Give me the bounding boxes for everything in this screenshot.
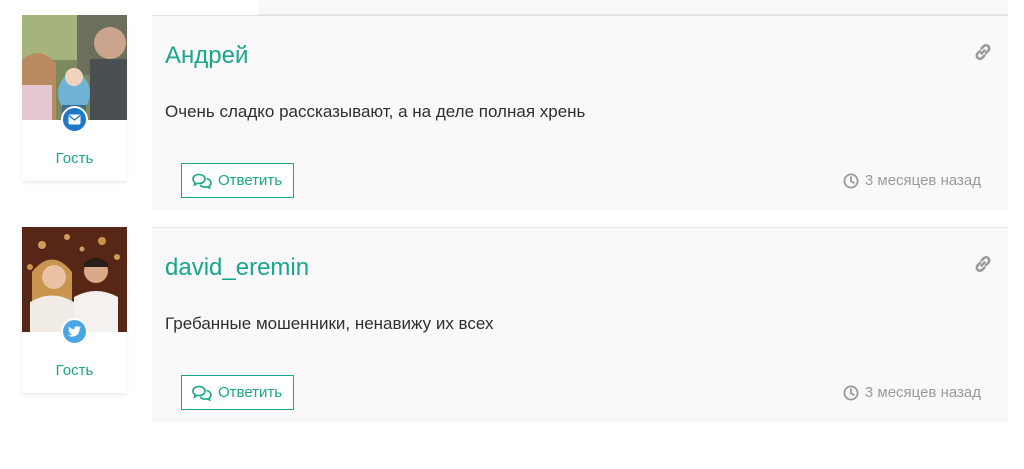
clock-icon [843, 173, 859, 188]
author-name: david_eremin [165, 254, 310, 281]
comment-time: 3 месяцев назад [843, 172, 981, 189]
avatar[interactable] [22, 227, 127, 332]
comment-body: david_eremin Гребанные мошенники, ненави… [152, 227, 1008, 423]
comment-text: Очень сладко рассказывают, а на деле пол… [165, 102, 586, 121]
comment-item: Гость Андрей Очень сладко рассказывают, … [0, 15, 1024, 211]
mail-icon [68, 114, 81, 125]
author-name: Андрей [165, 42, 249, 69]
comment-item: Гость david_eremin Гребанные мошенники, … [0, 227, 1024, 423]
time-text: 3 месяцев назад [864, 384, 981, 401]
social-badge [61, 318, 88, 345]
author-role: Гость [55, 362, 94, 379]
reply-label: Ответить [218, 172, 283, 189]
comment-author-card: Гость [22, 15, 127, 181]
reply-label: Ответить [218, 384, 283, 401]
time-text: 3 месяцев назад [864, 172, 981, 189]
reply-button[interactable]: Ответить [181, 375, 295, 410]
comments-thread: Гость Андрей Очень сладко рассказывают, … [0, 0, 1024, 469]
permalink-icon[interactable] [972, 41, 994, 63]
comment-author-card: Гость [22, 227, 127, 393]
reply-button[interactable]: Ответить [181, 163, 295, 198]
comment-time: 3 месяцев назад [843, 384, 981, 401]
twitter-icon [68, 326, 81, 337]
avatar[interactable] [22, 15, 127, 120]
author-role: Гость [55, 150, 94, 167]
comment-text: Гребанные мошенники, ненавижу их всех [165, 314, 494, 333]
social-badge [61, 106, 88, 133]
previous-comment-edge [258, 0, 1008, 15]
comment-body: Андрей Очень сладко рассказывают, а на д… [152, 15, 1008, 211]
comments-icon [192, 173, 212, 189]
permalink-icon[interactable] [972, 253, 994, 275]
clock-icon [843, 385, 859, 400]
comments-icon [192, 385, 212, 401]
